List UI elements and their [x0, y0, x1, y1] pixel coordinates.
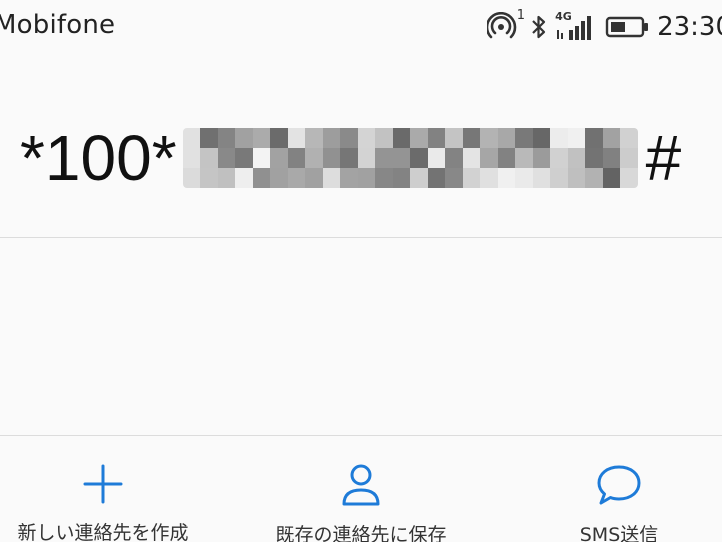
status-bar: Mobifone 1 4G 23:3 [0, 0, 722, 52]
create-new-contact-label: 新しい連絡先を作成 [17, 522, 189, 542]
dialed-number[interactable]: *100* # [20, 118, 720, 198]
hotspot-badge: 1 [516, 8, 526, 23]
send-sms-button[interactable]: SMS送信 [556, 462, 682, 542]
divider [0, 237, 722, 238]
chat-bubble-icon [595, 462, 643, 512]
pixelated-number-mask [182, 128, 638, 188]
create-new-contact-button[interactable]: 新しい連絡先を作成 [12, 462, 194, 542]
carrier-name: Mobifone [0, 10, 116, 40]
send-sms-label: SMS送信 [579, 524, 659, 542]
divider [0, 435, 722, 436]
number-prefix: *100* [20, 122, 177, 194]
signal-icon: 4G [555, 10, 597, 42]
status-time: 23:30 [657, 12, 722, 42]
save-to-existing-contact-button[interactable]: 既存の連絡先に保存 [270, 462, 452, 542]
bluetooth-icon [531, 14, 547, 40]
battery-icon [605, 14, 649, 40]
person-icon [339, 462, 383, 512]
dialer-screen: Mobifone 1 4G 23:3 *100* # 新しい連絡先を作成 既存の… [0, 0, 722, 542]
hotspot-icon: 1 [487, 8, 525, 42]
plus-icon [81, 462, 125, 510]
status-icons: 1 4G 23:3 [487, 8, 722, 44]
number-suffix: # [645, 122, 682, 194]
save-to-existing-contact-label: 既存の連絡先に保存 [275, 524, 447, 542]
